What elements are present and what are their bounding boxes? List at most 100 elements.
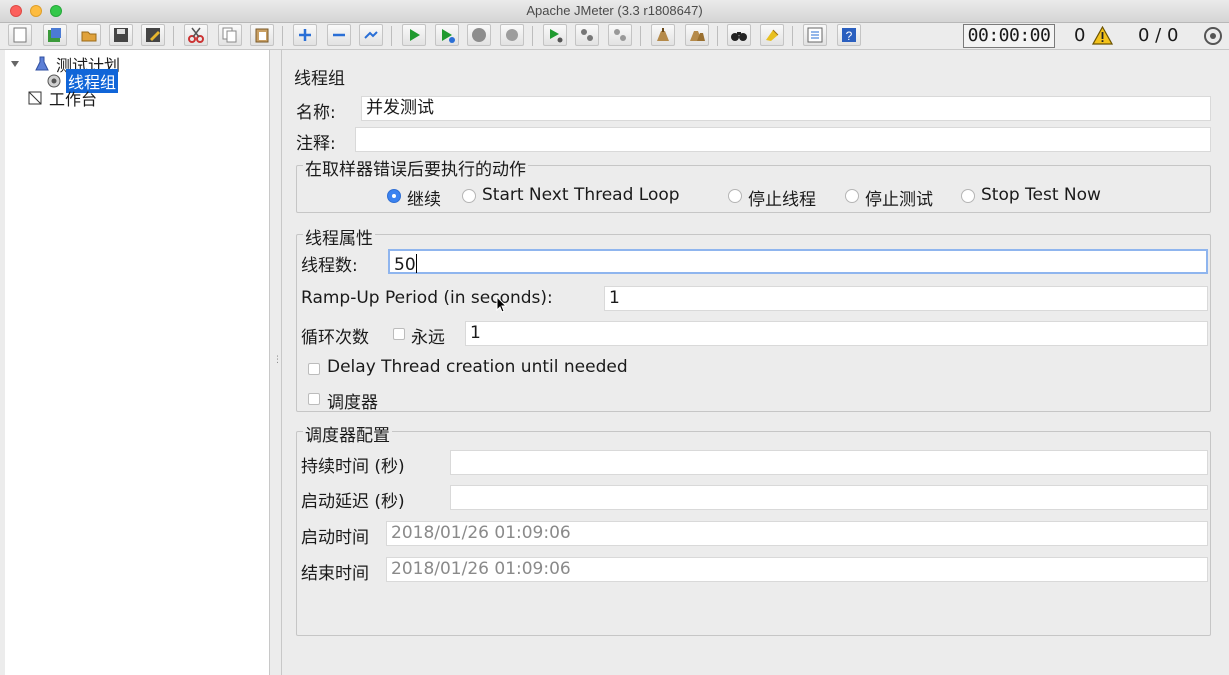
help-icon: ? <box>842 28 856 43</box>
warning-icon[interactable] <box>1092 26 1113 45</box>
radio-start-next-loop-label: Start Next Thread Loop <box>482 185 680 205</box>
tree-item-workbench[interactable]: 工作台 <box>27 86 99 110</box>
end-time-field[interactable]: 2018/01/26 01:09:06 <box>386 557 1208 582</box>
rampup-field[interactable]: 1 <box>604 286 1208 311</box>
start-no-pause-icon <box>442 29 455 43</box>
paste-button[interactable] <box>250 24 274 46</box>
new-button[interactable] <box>8 24 32 46</box>
thread-properties-title: 线程属性 <box>303 224 375 249</box>
function-helper-button[interactable] <box>803 24 827 46</box>
save-as-button[interactable] <box>141 24 165 46</box>
test-plan-tree[interactable]: 测试计划 线程组 工作台 <box>5 50 270 675</box>
cut-button[interactable] <box>184 24 208 46</box>
start-time-field[interactable]: 2018/01/26 01:09:06 <box>386 521 1208 546</box>
reset-search-icon <box>766 29 779 41</box>
forever-checkbox[interactable] <box>393 328 405 340</box>
radio-stop-thread-label: 停止线程 <box>748 190 816 210</box>
error-action-group: 在取样器错误后要执行的动作 继续 Start Next Thread Loop … <box>296 155 1211 213</box>
start-button[interactable] <box>402 24 426 46</box>
remote-shutdown-icon <box>614 29 626 41</box>
comment-field[interactable] <box>355 127 1211 152</box>
clear-icon <box>657 28 669 41</box>
delay-thread-label: Delay Thread creation until needed <box>327 357 628 377</box>
open-icon <box>81 31 97 42</box>
name-field[interactable]: 并发测试 <box>361 96 1211 121</box>
scheduler-label: 调度器 <box>327 393 378 413</box>
rampup-label: Ramp-Up Period (in seconds): <box>301 288 553 308</box>
shutdown-button[interactable] <box>500 24 524 46</box>
expand-icon <box>299 29 311 41</box>
expand-arrow-icon[interactable] <box>10 59 20 69</box>
stop-button[interactable] <box>467 24 491 46</box>
toggle-icon <box>364 31 378 39</box>
error-count: 0 <box>1074 25 1086 46</box>
function-helper-icon <box>807 27 823 43</box>
svg-text:?: ? <box>846 29 853 43</box>
start-icon <box>410 29 420 41</box>
radio-continue-label: 继续 <box>407 190 441 210</box>
active-threads-count: 0 / 0 <box>1138 25 1179 46</box>
remote-stop-icon <box>581 29 593 41</box>
scheduler-config-group: 调度器配置 持续时间 (秒) 启动延迟 (秒) 启动时间 2018/01/26 … <box>296 421 1211 636</box>
name-label: 名称: <box>296 103 336 123</box>
error-action-title: 在取样器错误后要执行的动作 <box>303 155 528 180</box>
split-pane-divider[interactable]: ⋮ <box>271 50 282 675</box>
thread-count-field[interactable]: 50 <box>388 249 1208 275</box>
help-button[interactable]: ? <box>837 24 861 46</box>
toolbar: ? 00:00:00 0 0 / 0 <box>0 23 1229 50</box>
templates-button[interactable] <box>43 24 67 46</box>
thread-group-panel: 线程组 名称: 并发测试 注释: 在取样器错误后要执行的动作 继续 Start … <box>281 50 1229 675</box>
new-icon <box>13 27 27 43</box>
panel-title: 线程组 <box>294 69 345 89</box>
open-button[interactable] <box>77 24 101 46</box>
comment-label: 注释: <box>296 134 336 154</box>
delay-thread-checkbox[interactable] <box>308 363 320 375</box>
clear-all-icon <box>690 31 705 41</box>
paste-icon <box>255 28 269 43</box>
duration-field[interactable] <box>450 450 1208 475</box>
radio-stop-test-now[interactable] <box>961 189 975 203</box>
scheduler-config-title: 调度器配置 <box>303 421 392 446</box>
loop-count-label: 循环次数 <box>301 328 369 348</box>
start-time-label: 启动时间 <box>301 528 369 548</box>
forever-label: 永远 <box>411 328 445 348</box>
gear-icon[interactable] <box>1203 26 1223 46</box>
thread-count-label: 线程数: <box>301 256 358 276</box>
remote-start-icon <box>550 29 563 43</box>
remote-start-button[interactable] <box>543 24 567 46</box>
tree-item-label: 工作台 <box>49 90 98 109</box>
thread-count-value: 50 <box>394 255 416 275</box>
startup-delay-field[interactable] <box>450 485 1208 510</box>
startup-delay-label: 启动延迟 (秒) <box>301 492 405 512</box>
collapse-icon <box>333 33 345 37</box>
window-title: Apache JMeter (3.3 r1808647) <box>526 3 703 18</box>
loop-count-field[interactable]: 1 <box>465 321 1208 346</box>
radio-start-next-loop[interactable] <box>462 189 476 203</box>
cut-icon <box>188 27 204 43</box>
remote-shutdown-button[interactable] <box>608 24 632 46</box>
radio-stop-thread[interactable] <box>728 189 742 203</box>
collapse-all-button[interactable] <box>327 24 351 46</box>
radio-continue[interactable] <box>387 189 401 203</box>
mouse-pointer-icon <box>496 296 508 313</box>
save-button[interactable] <box>109 24 133 46</box>
clear-button[interactable] <box>651 24 675 46</box>
shutdown-icon <box>506 29 518 41</box>
radio-stop-test-label: 停止测试 <box>865 190 933 210</box>
copy-button[interactable] <box>218 24 242 46</box>
remote-stop-button[interactable] <box>575 24 599 46</box>
start-no-pauses-button[interactable] <box>435 24 459 46</box>
radio-stop-test[interactable] <box>845 189 859 203</box>
radio-stop-test-now-label: Stop Test Now <box>981 185 1101 205</box>
reset-search-button[interactable] <box>760 24 784 46</box>
clear-all-button[interactable] <box>685 24 709 46</box>
title-bar: Apache JMeter (3.3 r1808647) <box>0 0 1229 23</box>
toggle-button[interactable] <box>359 24 383 46</box>
expand-all-button[interactable] <box>293 24 317 46</box>
thread-properties-group: 线程属性 线程数: 50 Ramp-Up Period (in seconds)… <box>296 224 1211 413</box>
duration-label: 持续时间 (秒) <box>301 457 405 477</box>
scheduler-checkbox[interactable] <box>308 393 320 405</box>
search-button[interactable] <box>727 24 751 46</box>
stop-icon <box>472 28 486 42</box>
save-as-icon <box>146 28 160 42</box>
